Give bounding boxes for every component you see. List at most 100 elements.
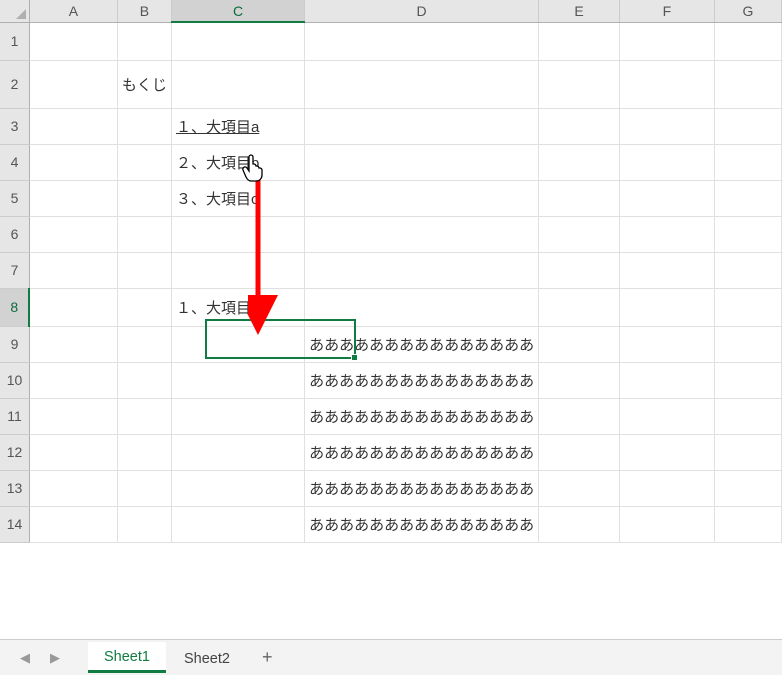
row-header-2[interactable]: 2 xyxy=(0,60,29,108)
cell-G13[interactable] xyxy=(714,470,781,506)
cell-G9[interactable] xyxy=(714,326,781,362)
cell-F1[interactable] xyxy=(619,22,714,60)
tab-nav-next[interactable]: ▶ xyxy=(40,644,70,672)
cell-D7[interactable] xyxy=(305,252,539,288)
cell-B13[interactable] xyxy=(117,470,171,506)
cell-C2[interactable] xyxy=(171,60,304,108)
column-header-E[interactable]: E xyxy=(539,0,620,22)
cell-C12[interactable] xyxy=(171,434,304,470)
cell-D14[interactable]: あああああああああああああああ xyxy=(305,506,539,542)
cell-C5[interactable]: ３、大項目c xyxy=(171,180,304,216)
cell-D2[interactable] xyxy=(305,60,539,108)
add-sheet-button[interactable]: + xyxy=(248,643,287,672)
cell-D13[interactable]: あああああああああああああああ xyxy=(305,470,539,506)
cell-B7[interactable] xyxy=(117,252,171,288)
cell-A12[interactable] xyxy=(29,434,117,470)
cell-D4[interactable] xyxy=(305,144,539,180)
column-header-F[interactable]: F xyxy=(619,0,714,22)
cell-C9[interactable] xyxy=(171,326,304,362)
cell-G10[interactable] xyxy=(714,362,781,398)
row-header-3[interactable]: 3 xyxy=(0,108,29,144)
column-header-A[interactable]: A xyxy=(29,0,117,22)
cell-G12[interactable] xyxy=(714,434,781,470)
column-header-C[interactable]: C xyxy=(171,0,304,22)
cell-F12[interactable] xyxy=(619,434,714,470)
cell-G7[interactable] xyxy=(714,252,781,288)
row-header-7[interactable]: 7 xyxy=(0,252,29,288)
select-all-corner[interactable] xyxy=(0,0,29,22)
row-header-5[interactable]: 5 xyxy=(0,180,29,216)
cell-F4[interactable] xyxy=(619,144,714,180)
cell-A6[interactable] xyxy=(29,216,117,252)
cell-G1[interactable] xyxy=(714,22,781,60)
cell-C7[interactable] xyxy=(171,252,304,288)
cell-G6[interactable] xyxy=(714,216,781,252)
cell-E9[interactable] xyxy=(539,326,620,362)
tab-nav-prev[interactable]: ◀ xyxy=(10,644,40,672)
cell-E1[interactable] xyxy=(539,22,620,60)
cell-C11[interactable] xyxy=(171,398,304,434)
cell-B14[interactable] xyxy=(117,506,171,542)
cell-A11[interactable] xyxy=(29,398,117,434)
cell-D8[interactable] xyxy=(305,288,539,326)
cell-B10[interactable] xyxy=(117,362,171,398)
row-header-6[interactable]: 6 xyxy=(0,216,29,252)
column-header-B[interactable]: B xyxy=(117,0,171,22)
cell-D9[interactable]: あああああああああああああああ xyxy=(305,326,539,362)
cell-G8[interactable] xyxy=(714,288,781,326)
cell-F11[interactable] xyxy=(619,398,714,434)
row-header-9[interactable]: 9 xyxy=(0,326,29,362)
row-header-4[interactable]: 4 xyxy=(0,144,29,180)
cell-D6[interactable] xyxy=(305,216,539,252)
cell-E5[interactable] xyxy=(539,180,620,216)
cell-C13[interactable] xyxy=(171,470,304,506)
cell-A14[interactable] xyxy=(29,506,117,542)
cell-E6[interactable] xyxy=(539,216,620,252)
cell-B4[interactable] xyxy=(117,144,171,180)
cell-E12[interactable] xyxy=(539,434,620,470)
hyperlink-item-1[interactable]: １、大項目a xyxy=(171,108,304,144)
cell-B3[interactable] xyxy=(117,108,171,144)
row-header-12[interactable]: 12 xyxy=(0,434,29,470)
column-header-D[interactable]: D xyxy=(305,0,539,22)
cell-E7[interactable] xyxy=(539,252,620,288)
cell-C6[interactable] xyxy=(171,216,304,252)
cell-A4[interactable] xyxy=(29,144,117,180)
cell-B2[interactable]: もくじ xyxy=(117,60,171,108)
cell-G4[interactable] xyxy=(714,144,781,180)
cell-G3[interactable] xyxy=(714,108,781,144)
cell-A2[interactable] xyxy=(29,60,117,108)
cell-F3[interactable] xyxy=(619,108,714,144)
cell-B6[interactable] xyxy=(117,216,171,252)
cell-E3[interactable] xyxy=(539,108,620,144)
row-header-8[interactable]: 8 xyxy=(0,288,29,326)
cell-F5[interactable] xyxy=(619,180,714,216)
row-header-13[interactable]: 13 xyxy=(0,470,29,506)
cell-D3[interactable] xyxy=(305,108,539,144)
cell-B1[interactable] xyxy=(117,22,171,60)
cell-A13[interactable] xyxy=(29,470,117,506)
row-header-11[interactable]: 11 xyxy=(0,398,29,434)
column-header-G[interactable]: G xyxy=(714,0,781,22)
cell-F14[interactable] xyxy=(619,506,714,542)
cell-F9[interactable] xyxy=(619,326,714,362)
cell-F7[interactable] xyxy=(619,252,714,288)
cell-D1[interactable] xyxy=(305,22,539,60)
cell-G2[interactable] xyxy=(714,60,781,108)
cell-E14[interactable] xyxy=(539,506,620,542)
cell-A7[interactable] xyxy=(29,252,117,288)
cell-G11[interactable] xyxy=(714,398,781,434)
cell-D5[interactable] xyxy=(305,180,539,216)
cell-B8[interactable] xyxy=(117,288,171,326)
cell-G14[interactable] xyxy=(714,506,781,542)
cell-A8[interactable] xyxy=(29,288,117,326)
row-header-10[interactable]: 10 xyxy=(0,362,29,398)
cell-F13[interactable] xyxy=(619,470,714,506)
cell-F2[interactable] xyxy=(619,60,714,108)
cell-B11[interactable] xyxy=(117,398,171,434)
cell-E11[interactable] xyxy=(539,398,620,434)
cell-G5[interactable] xyxy=(714,180,781,216)
cell-A9[interactable] xyxy=(29,326,117,362)
sheet-tab-2[interactable]: Sheet2 xyxy=(168,644,246,672)
row-header-1[interactable]: 1 xyxy=(0,22,29,60)
